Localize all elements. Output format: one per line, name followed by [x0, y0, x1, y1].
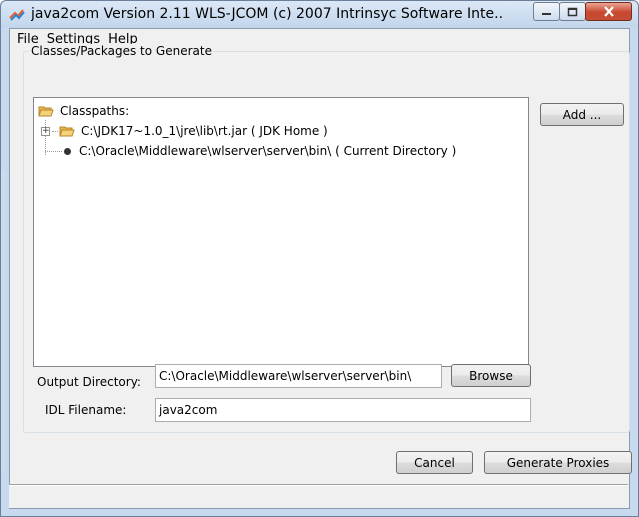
tree-item-jdk[interactable]: + C:\JDK17~1.0_1\jre\lib\rt.jar ( JDK Ho…	[41, 124, 328, 138]
tree-root-label: Classpaths:	[60, 104, 130, 118]
expand-plus-icon[interactable]: +	[41, 126, 50, 136]
classpath-tree[interactable]: Classpaths: + C:\JDK17~1.0_1\jre\lib\rt.…	[33, 97, 529, 367]
output-directory-field[interactable]: C:\Oracle\Middleware\wlserver\server\bin…	[155, 364, 442, 388]
folder-icon	[59, 126, 75, 137]
window-controls	[533, 2, 632, 22]
generate-proxies-button[interactable]: Generate Proxies	[484, 451, 632, 474]
window-frame-edge	[1, 171, 5, 471]
status-bar	[9, 484, 628, 508]
folder-open-icon	[38, 106, 54, 117]
group-legend: Classes/Packages to Generate	[29, 44, 214, 58]
add-button[interactable]: Add ...	[540, 103, 624, 126]
tree-connector-h	[45, 150, 62, 152]
tree-item-label: C:\Oracle\Middleware\wlserver\server\bin…	[79, 144, 457, 158]
browse-button[interactable]: Browse	[451, 364, 531, 387]
idl-filename-field[interactable]: java2com	[155, 398, 531, 422]
tree-item-current-dir[interactable]: C:\Oracle\Middleware\wlserver\server\bin…	[45, 144, 456, 158]
tree-root[interactable]: Classpaths:	[38, 104, 129, 118]
close-button[interactable]	[585, 2, 632, 21]
cancel-button[interactable]: Cancel	[396, 451, 473, 474]
title-bar[interactable]: java2com Version 2.11 WLS-JCOM (c) 2007 …	[1, 1, 638, 28]
output-directory-label: Output Directory:	[37, 375, 141, 389]
tree-item-label: C:\JDK17~1.0_1\jre\lib\rt.jar ( JDK Home…	[81, 124, 328, 138]
window-title: java2com Version 2.11 WLS-JCOM (c) 2007 …	[31, 6, 503, 22]
leaf-bullet-icon	[64, 147, 71, 155]
minimize-icon	[542, 13, 551, 15]
minimize-button[interactable]	[533, 2, 560, 21]
idl-filename-label: IDL Filename:	[45, 403, 127, 417]
maximize-icon	[567, 7, 578, 16]
close-icon	[603, 6, 614, 17]
java-cup-arrow-icon	[9, 9, 25, 21]
tree-connector-h	[52, 130, 58, 132]
maximize-button[interactable]	[559, 2, 586, 21]
